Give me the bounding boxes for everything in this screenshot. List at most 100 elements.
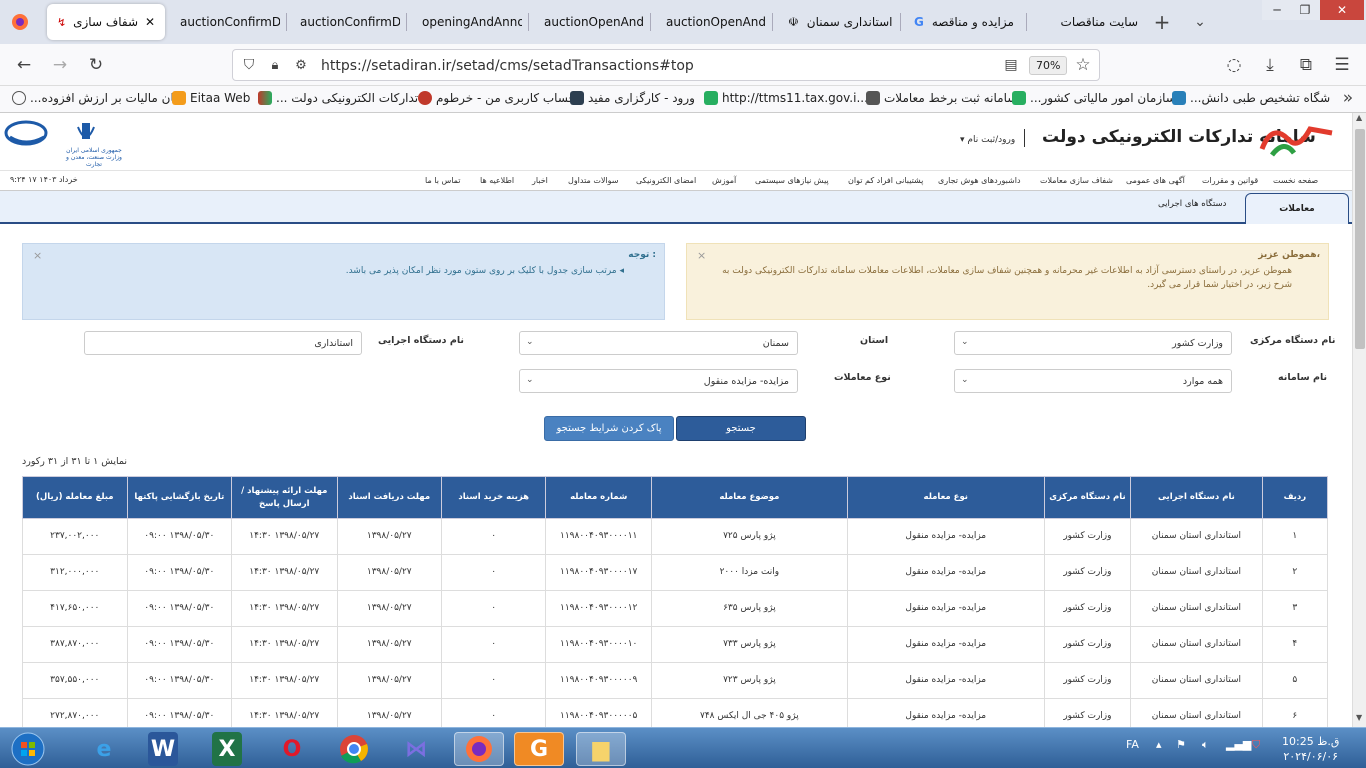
menu-faq[interactable]: سوالات متداول (568, 176, 619, 185)
extensions-icon[interactable]: ⧉ (1294, 53, 1318, 77)
tab-transactions[interactable]: معاملات (1245, 193, 1349, 224)
scroll-down-icon[interactable]: ▼ (1356, 713, 1362, 722)
hamburger-menu-icon[interactable]: ☰ (1330, 53, 1354, 77)
tab[interactable]: openingAndAnnou (412, 4, 522, 40)
restore-icon[interactable]: ❐ (1290, 0, 1320, 20)
close-hint-icon[interactable]: × (33, 249, 42, 262)
zoom-level[interactable]: 70% (1029, 56, 1068, 75)
column-header[interactable]: هزینه خرید اسناد (440, 476, 547, 519)
reader-view-icon[interactable]: ▤ (999, 53, 1023, 77)
tab-active[interactable]: ↯ شفاف سازی ✕ (47, 4, 165, 40)
menu-laws[interactable]: قوانین و مقررات (1202, 176, 1258, 185)
bookmark-item[interactable]: ...پان مالیات بر ارزش افزوده (12, 91, 177, 105)
tracking-protection-icon[interactable]: ⛉ (237, 53, 261, 77)
table-row[interactable]: ۱ استانداری استان سمنان وزارت کشور مزایده- … (22, 518, 1329, 555)
volume-icon[interactable]: 🔈︎ (1202, 738, 1209, 752)
permissions-icon[interactable]: ⚙ (289, 53, 313, 77)
menu-contact[interactable]: تماس با ما (425, 176, 461, 185)
menu-bi-dashboards[interactable]: داشبوردهای هوش تجاری (938, 176, 1021, 185)
province-select[interactable]: سمنان ⌄ (519, 331, 798, 355)
page-scrollbar[interactable]: ▲ ▼ (1352, 113, 1366, 727)
bookmark-item[interactable]: سامانه ثبت برخط معاملات (866, 91, 1017, 105)
menu-public-ads[interactable]: آگهی های عمومی (1126, 176, 1185, 185)
column-header[interactable]: ردیف (1261, 476, 1329, 519)
bookmark-item[interactable]: ...سازمان امور مالیاتی کشور (1012, 91, 1176, 105)
language-indicator[interactable]: FA (1126, 738, 1139, 751)
menu-training[interactable]: آموزش (712, 176, 736, 185)
url-bar[interactable]: ⛉ 🔒︎ ⚙ https://setadiran.ir/setad/cms/se… (232, 49, 1100, 81)
bookmark-item[interactable]: ... تدارکات الکترونیکی دولت (258, 91, 418, 105)
tab[interactable]: auctionOpenAndC (656, 4, 766, 40)
tab[interactable]: auctionConfirmDis (290, 4, 400, 40)
pocket-icon[interactable]: ◌ (1222, 53, 1246, 77)
column-header[interactable]: نام دستگاه مرکزی (1043, 476, 1132, 519)
system-clock[interactable]: 10:25 ق.ظ ۲۰۲۴/۰۶/۰۶ (1282, 734, 1339, 764)
bookmark-item[interactable]: ورود - کارگزاری مفید (570, 91, 695, 105)
excel-icon[interactable]: X (212, 732, 242, 766)
start-button-icon[interactable] (4, 732, 52, 766)
media-player-icon[interactable]: ⋈ (398, 732, 434, 766)
column-header[interactable]: نام دستگاه اجرایی (1130, 476, 1263, 519)
tab[interactable]: auctionConfirmDis (170, 4, 280, 40)
close-tab-icon[interactable]: ✕ (145, 15, 155, 29)
chrome-icon[interactable] (336, 732, 372, 766)
column-header[interactable]: تاریخ بازگشایی پاکتها (126, 476, 233, 519)
menu-requirements[interactable]: پیش نیازهای سیستمی (755, 176, 829, 185)
menu-transparency[interactable]: شفاف سازی معاملات (1040, 176, 1113, 185)
clear-filters-button[interactable]: پاک کردن شرایط جستجو (544, 416, 674, 441)
pdf-app-icon[interactable]: G (514, 732, 564, 766)
column-header[interactable]: شماره معامله (545, 476, 652, 519)
firefox-taskbar-icon[interactable] (454, 732, 504, 766)
reload-icon[interactable]: ↻ (84, 53, 108, 77)
tab-executive-agencies[interactable]: دستگاه های اجرایی (1158, 199, 1226, 209)
tab[interactable]: سایت مناقصات (1030, 4, 1148, 40)
column-header[interactable]: مهلت دریافت اسناد (336, 476, 442, 519)
transaction-type-select[interactable]: مزایده- مزایده منقول ⌄ (519, 369, 798, 393)
bookmark-item[interactable]: ...شگاه تشخیص طبی دانش (1172, 91, 1330, 105)
menu-news[interactable]: اخبار (532, 176, 548, 185)
menu-e-signature[interactable]: امضای الکترونیکی (636, 176, 696, 185)
close-window-icon[interactable]: ✕ (1320, 0, 1364, 20)
table-row[interactable]: ۳ استانداری استان سمنان وزارت کشور مزایده- … (22, 590, 1329, 627)
tab[interactable]: ☫ استانداری سمنان (778, 4, 896, 40)
column-header[interactable]: نوع معامله (846, 476, 1045, 519)
close-notice-icon[interactable]: × (697, 249, 706, 262)
executive-agency-input[interactable]: استانداری (84, 331, 362, 355)
new-tab-icon[interactable]: + (1150, 10, 1174, 34)
downloads-icon[interactable]: ⤓ (1258, 53, 1282, 77)
table-row[interactable]: ۲ استانداری استان سمنان وزارت کشور مزایده- … (22, 554, 1329, 591)
show-hidden-icons-icon[interactable]: ▴ (1156, 738, 1162, 751)
column-header[interactable]: مبلغ معامله (ریال) (22, 476, 128, 519)
internet-explorer-icon[interactable]: e (86, 732, 122, 766)
bookmark-item[interactable]: Eitaa Web (172, 91, 250, 105)
bookmark-star-icon[interactable]: ☆ (1071, 53, 1095, 77)
table-row[interactable]: ۶ استانداری استان سمنان وزارت کشور مزایده- … (22, 698, 1329, 727)
more-bookmarks-icon[interactable]: » (1336, 86, 1360, 110)
list-all-tabs-icon[interactable]: ⌄ (1188, 10, 1212, 34)
signal-icon[interactable]: ▂▄▆ (1226, 738, 1251, 751)
table-row[interactable]: ۴ استانداری استان سمنان وزارت کشور مزایده- … (22, 626, 1329, 663)
menu-announcements[interactable]: اطلاعیه ها (480, 176, 514, 185)
lock-icon[interactable]: 🔒︎ (263, 53, 287, 77)
login-link[interactable]: ▾ ورود/ثبت نام (960, 135, 1015, 145)
scroll-up-icon[interactable]: ▲ (1356, 113, 1362, 122)
forward-icon[interactable]: → (48, 53, 72, 77)
column-header[interactable]: موضوع معامله (650, 476, 848, 519)
central-agency-select[interactable]: وزارت کشور ⌄ (954, 331, 1232, 355)
tab[interactable]: G مزایده و مناقصه (904, 4, 1022, 40)
security-shield-icon[interactable]: ⛉ (1252, 738, 1260, 752)
firefox-menu-icon[interactable] (8, 10, 32, 34)
search-button[interactable]: جستجو (676, 416, 806, 441)
file-explorer-icon[interactable]: ▆ (576, 732, 626, 766)
column-header[interactable]: مهلت ارائه پیشنهاد / ارسال پاسخ (231, 476, 338, 519)
scrollbar-thumb[interactable] (1355, 129, 1365, 349)
word-icon[interactable]: W (148, 732, 178, 766)
system-select[interactable]: همه موارد ⌄ (954, 369, 1232, 393)
bookmark-item[interactable]: http://ttms11.tax.gov.i... (704, 91, 868, 105)
bookmark-item[interactable]: حساب کاربری من - خرطوم (418, 91, 576, 105)
back-icon[interactable]: ← (12, 53, 36, 77)
menu-home[interactable]: صفحه نخست (1273, 176, 1318, 185)
table-row[interactable]: ۵ استانداری استان سمنان وزارت کشور مزایده- … (22, 662, 1329, 699)
minimize-icon[interactable]: ─ (1262, 0, 1292, 20)
tab[interactable]: auctionOpenAndC (534, 4, 644, 40)
